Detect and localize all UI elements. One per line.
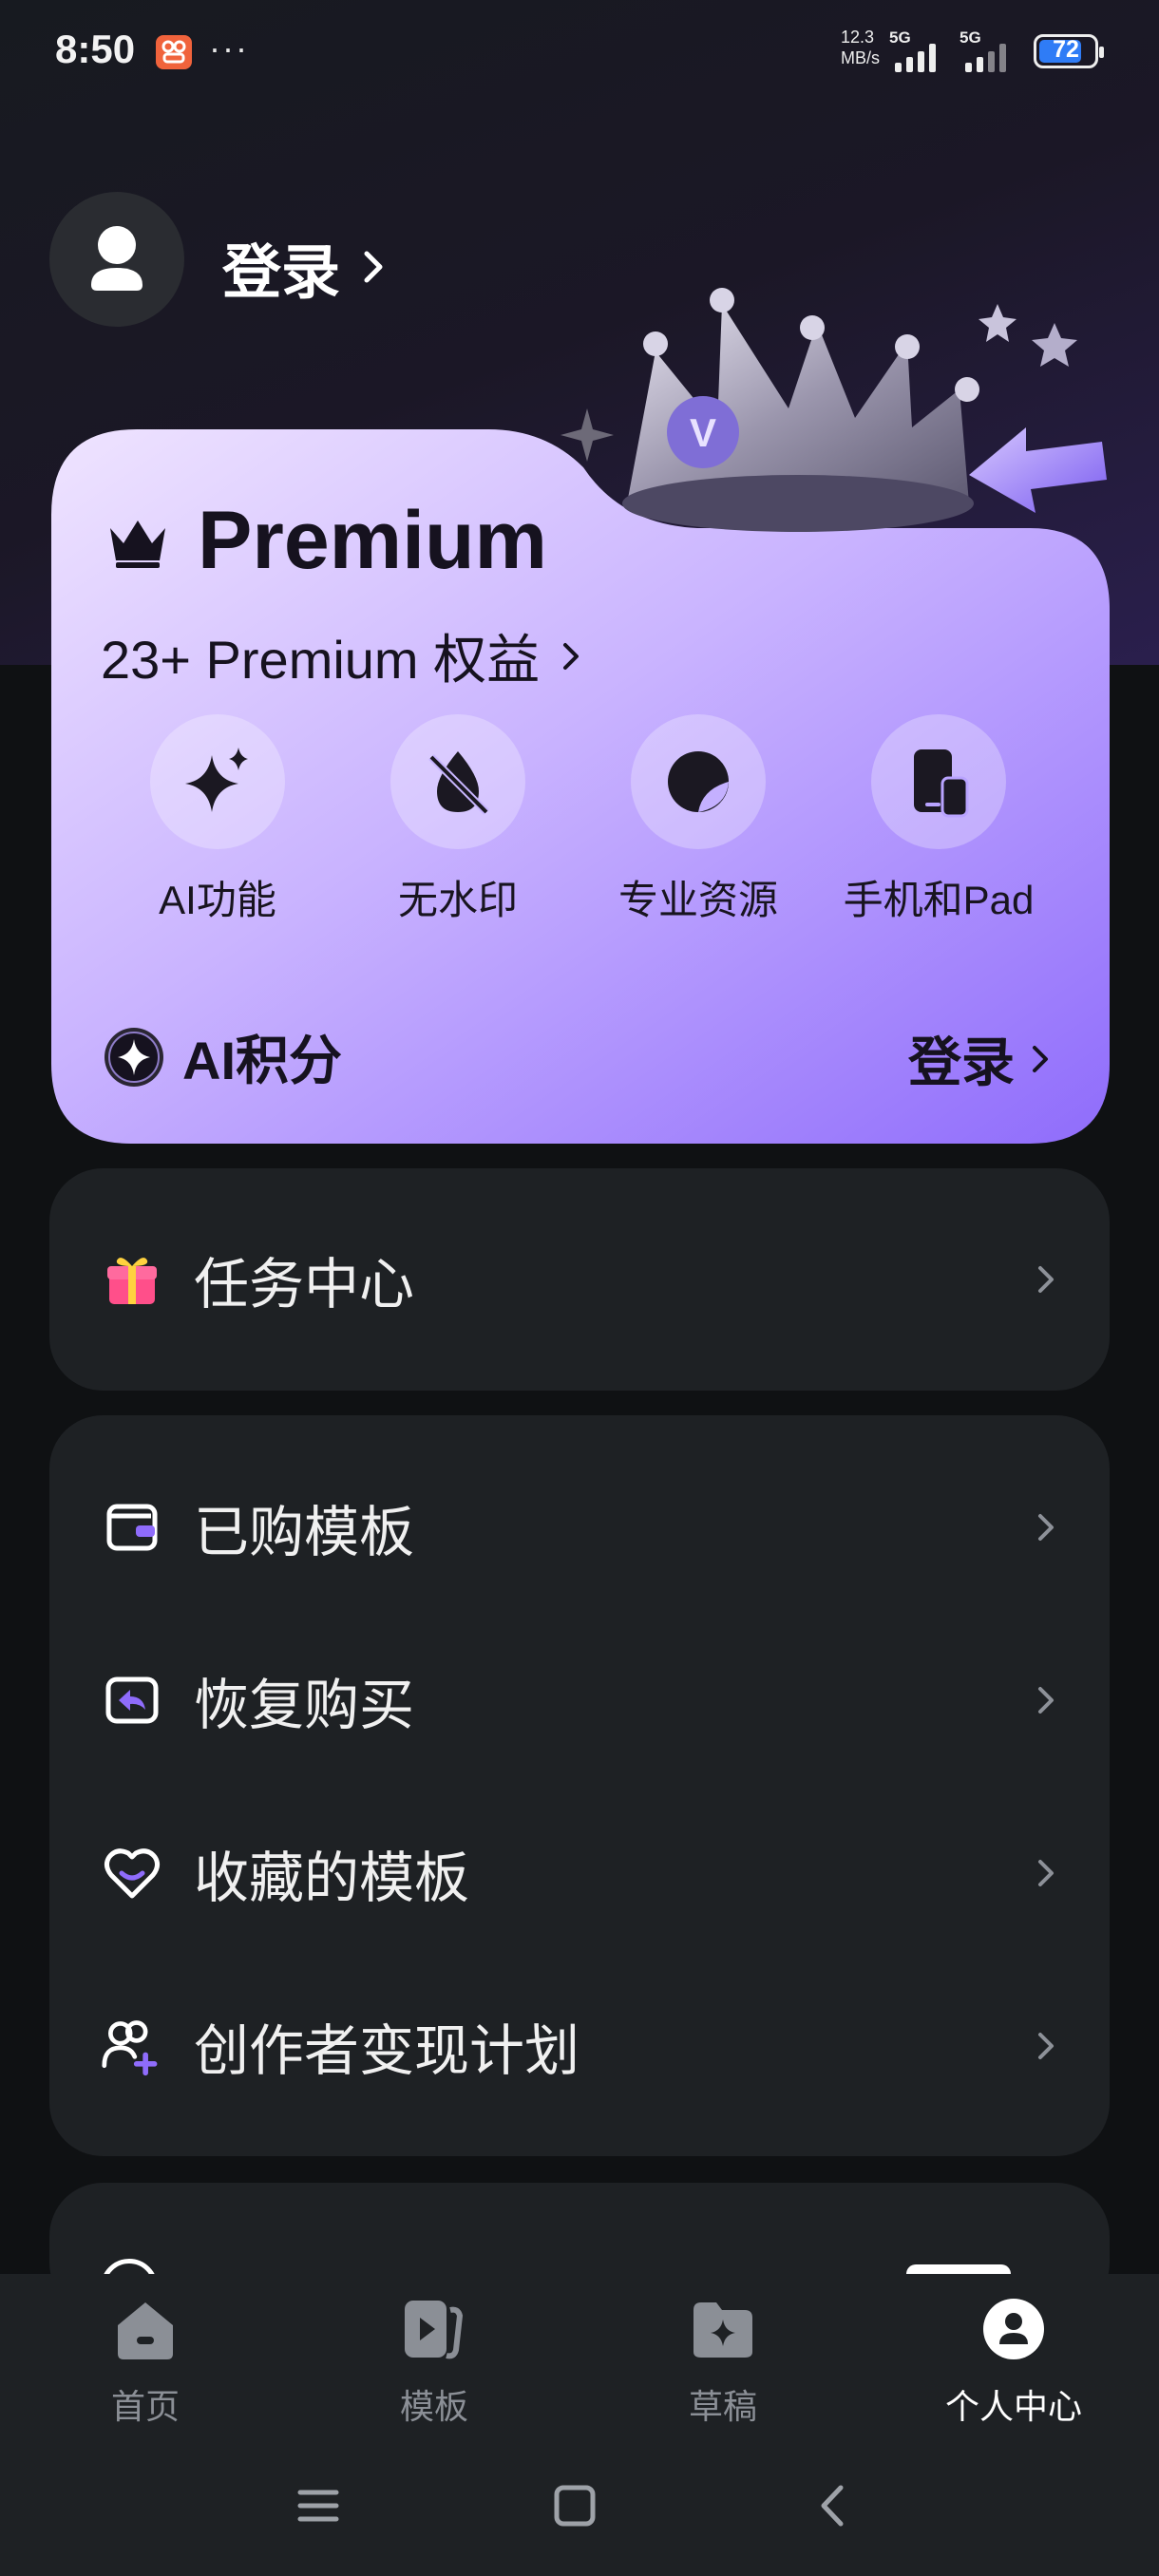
menu-row-purchased-templates[interactable]: 已购模板: [49, 1470, 1110, 1584]
menu-row-task-center[interactable]: 任务中心: [49, 1222, 1110, 1336]
menu-row-restore-purchase[interactable]: 恢复购买: [49, 1643, 1110, 1757]
system-back-button[interactable]: [798, 2468, 864, 2544]
ai-login-label: 登录: [908, 1032, 1015, 1092]
user-icon: [91, 226, 142, 291]
restore-purchase-icon: [101, 1669, 163, 1732]
system-menu-button[interactable]: [285, 2468, 352, 2544]
premium-benefits-link[interactable]: 23+ Premium 权益: [101, 617, 581, 694]
template-icon: [405, 2301, 464, 2359]
system-home-button[interactable]: [542, 2468, 608, 2544]
square-home-icon: [554, 2485, 596, 2527]
nav-label: 模板: [399, 2387, 468, 2426]
menu-label: 恢复购买: [194, 1675, 415, 1736]
nav-label: 草稿: [688, 2387, 757, 2426]
nav-label: 首页: [110, 2387, 180, 2426]
benefit-no-watermark[interactable]: 无水印: [344, 714, 572, 926]
nav-label: 个人中心: [944, 2387, 1082, 2426]
creator-plan-icon: [101, 2015, 163, 2077]
chevron-right-icon: [1038, 1860, 1054, 1886]
network-speed: 12.3 MB/s: [841, 27, 880, 68]
pro-resource-icon: [668, 751, 729, 812]
svg-text:V: V: [690, 410, 716, 455]
menu-row-favorite-templates[interactable]: 收藏的模板: [49, 1816, 1110, 1930]
task-center-label: 任务中心: [194, 1254, 415, 1316]
login-label: 登录: [222, 240, 341, 306]
no-watermark-icon: [428, 751, 489, 815]
chevron-right-icon: [1038, 1687, 1054, 1714]
premium-title-text: Premium: [198, 495, 548, 586]
net-speed-unit: MB/s: [841, 48, 881, 67]
battery-icon: 72: [1034, 34, 1104, 68]
net-speed-value: 12.3: [841, 28, 875, 47]
benefit-label: 专业资源: [618, 878, 778, 922]
benefit-label: AI功能: [159, 878, 276, 922]
benefit-label: 手机和Pad: [843, 878, 1035, 922]
login-link[interactable]: 登录: [222, 224, 388, 310]
signal-sim2: 5G: [960, 28, 1016, 72]
chevron-right-icon: [1038, 1266, 1054, 1293]
ai-points: AI积分: [103, 1018, 342, 1095]
home-icon: [118, 2302, 173, 2359]
chevron-right-icon: [1038, 2033, 1054, 2059]
nav-drafts[interactable]: 草稿: [633, 2297, 813, 2429]
menu-lines-icon: [297, 2490, 339, 2522]
crown-illustration: V: [560, 288, 1107, 532]
chevron-right-icon: [364, 251, 383, 283]
status-time: 8:50: [55, 27, 136, 71]
gift-icon: [101, 1248, 163, 1311]
more-notifications-icon: ···: [209, 28, 249, 67]
menu-label: 已购模板: [194, 1502, 415, 1563]
nav-profile[interactable]: 个人中心: [923, 2297, 1104, 2429]
chevron-right-icon: [1033, 1045, 1048, 1072]
purchased-template-icon: [101, 1496, 163, 1559]
ai-points-label: AI积分: [182, 1031, 342, 1090]
nav-home[interactable]: 首页: [55, 2297, 236, 2429]
sparkle-icon: [185, 748, 248, 812]
signal-sim1: 5G: [889, 28, 946, 72]
nav-templates[interactable]: 模板: [344, 2297, 524, 2429]
ai-points-icon: [104, 1027, 163, 1087]
status-bar: 8:50 ··· 12.3 MB/s 5G 5G 72: [0, 0, 1159, 104]
task-center-card[interactable]: 任务中心: [49, 1168, 1110, 1391]
benefit-pro-resources[interactable]: 专业资源: [584, 714, 812, 926]
benefit-phone-pad[interactable]: 手机和Pad: [825, 714, 1053, 926]
sim1-type: 5G: [889, 28, 911, 47]
draft-folder-icon: [694, 2302, 752, 2358]
benefit-ai[interactable]: AI功能: [104, 714, 332, 926]
chevron-right-icon: [1038, 1514, 1054, 1541]
menu-card: 已购模板 恢复购买 收藏的模板 创作者变现计划: [49, 1415, 1110, 2156]
menu-label: 创作者变现计划: [194, 2020, 580, 2082]
favorite-heart-icon: [101, 1842, 163, 1904]
ai-points-login-link[interactable]: 登录: [908, 1020, 1051, 1097]
premium-title: Premium: [106, 494, 547, 588]
sim2-type: 5G: [960, 28, 981, 47]
premium-benefits-label: 23+ Premium 权益: [101, 630, 541, 690]
benefit-label: 无水印: [397, 878, 518, 922]
menu-label: 收藏的模板: [194, 1847, 470, 1909]
battery-level: 72: [1053, 36, 1079, 63]
avatar[interactable]: [49, 192, 184, 327]
phone-pad-icon: [914, 749, 969, 818]
chevron-right-icon: [563, 642, 580, 670]
back-arrow-icon: [821, 2485, 844, 2527]
crown-icon: [110, 520, 165, 568]
menu-row-creator-plan[interactable]: 创作者变现计划: [49, 1989, 1110, 2103]
notification-app-icon: [156, 35, 192, 69]
profile-icon: [983, 2299, 1044, 2359]
